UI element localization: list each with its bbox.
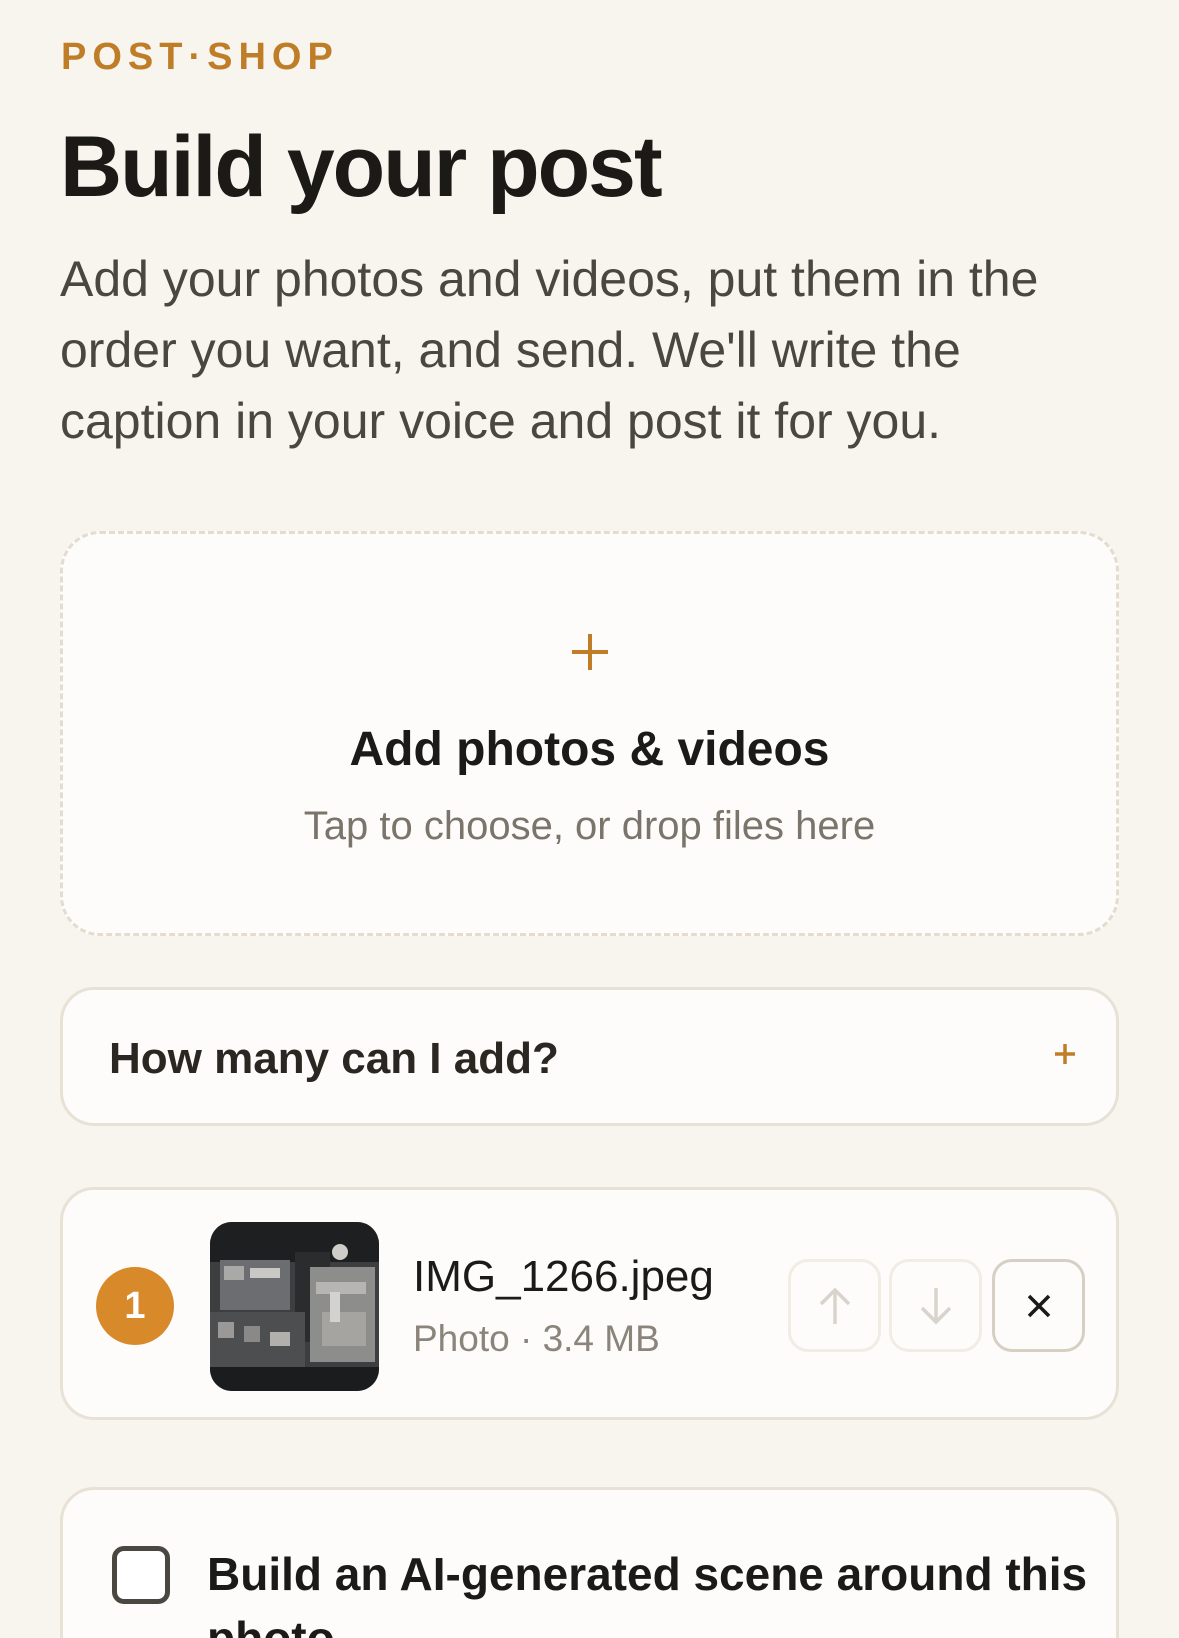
ai-scene-checkbox[interactable]: [112, 1546, 170, 1604]
dropzone-title: Add photos & videos: [349, 723, 830, 776]
faq-question: How many can I add?: [109, 1034, 559, 1083]
plus-icon-svg: [571, 634, 608, 670]
file-name: IMG_1266.jpeg: [413, 1252, 714, 1301]
arrow-up-icon: [819, 1287, 850, 1324]
order-badge: 1: [96, 1267, 174, 1345]
remove-button[interactable]: [992, 1259, 1085, 1352]
brand-logo: POST·SHOP: [61, 36, 339, 78]
page-title: Build your post: [60, 119, 663, 215]
faq-accordion[interactable]: How many can I add?: [60, 987, 1119, 1126]
ai-scene-option[interactable]: Build an AI-generated scene around this …: [60, 1487, 1119, 1638]
close-icon: [1027, 1294, 1050, 1317]
media-item: 1 IMG_1266.jpeg Photo · 3.4 MB: [60, 1187, 1119, 1420]
arrow-down-icon: [920, 1287, 951, 1324]
faq-plus-svg: [1055, 1044, 1075, 1064]
page-intro: Add your photos and videos, put them in …: [60, 251, 1039, 449]
plus-icon: [63, 622, 1116, 682]
plus-icon[interactable]: [1054, 1030, 1076, 1075]
media-dropzone[interactable]: Add photos & videos Tap to choose, or dr…: [60, 531, 1119, 936]
engine-photo: [210, 1222, 379, 1391]
media-thumbnail: [210, 1222, 379, 1391]
move-down-button[interactable]: [889, 1259, 982, 1352]
post-builder-page: POST·SHOP Build your post Add your photo…: [0, 0, 1179, 1638]
ai-scene-label: Build an AI-generated scene around this …: [207, 1548, 1088, 1638]
move-up-button[interactable]: [788, 1259, 881, 1352]
dropzone-subtitle: Tap to choose, or drop files here: [303, 804, 876, 848]
file-meta: Photo · 3.4 MB: [413, 1318, 660, 1359]
